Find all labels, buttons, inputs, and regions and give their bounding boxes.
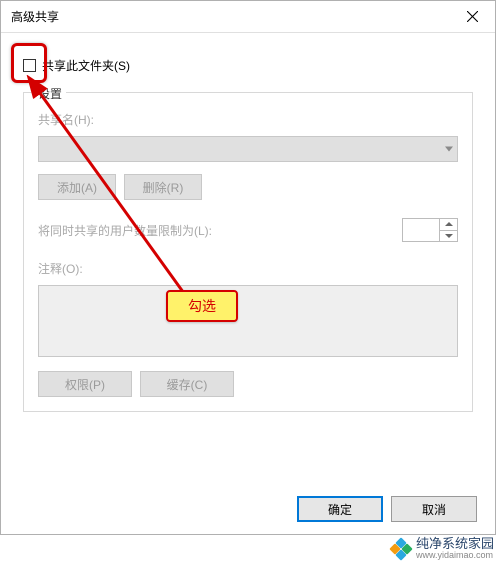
comment-textarea[interactable] bbox=[38, 285, 458, 357]
ok-button[interactable]: 确定 bbox=[297, 496, 383, 522]
spinner-up-button[interactable] bbox=[440, 219, 457, 231]
user-limit-input[interactable] bbox=[403, 219, 439, 241]
add-button: 添加(A) bbox=[38, 174, 116, 200]
titlebar: 高级共享 bbox=[1, 1, 495, 33]
share-folder-checkbox[interactable] bbox=[23, 59, 36, 72]
close-icon bbox=[467, 11, 478, 22]
permissions-button: 权限(P) bbox=[38, 371, 132, 397]
dialog-content: 共享此文件夹(S) 设置 共享名(H): 添加(A) 删除(R) 将同时共享的用… bbox=[1, 33, 495, 438]
remove-button: 删除(R) bbox=[124, 174, 202, 200]
share-folder-checkbox-row[interactable]: 共享此文件夹(S) bbox=[23, 57, 130, 74]
chevron-down-icon bbox=[445, 147, 453, 152]
settings-groupbox: 设置 共享名(H): 添加(A) 删除(R) 将同时共享的用户数量限制为(L): bbox=[23, 92, 473, 412]
cache-button: 缓存(C) bbox=[140, 371, 234, 397]
user-limit-row: 将同时共享的用户数量限制为(L): bbox=[38, 218, 458, 242]
user-limit-spinner[interactable] bbox=[402, 218, 458, 242]
spinner-down-button[interactable] bbox=[440, 231, 457, 242]
share-folder-label: 共享此文件夹(S) bbox=[42, 57, 130, 74]
watermark-brand: 纯净系统家园 bbox=[416, 537, 494, 551]
user-limit-label: 将同时共享的用户数量限制为(L): bbox=[38, 222, 402, 239]
arrow-down-icon bbox=[445, 234, 453, 238]
arrow-up-icon bbox=[445, 222, 453, 226]
dialog-title: 高级共享 bbox=[11, 8, 449, 25]
permissions-buttons: 权限(P) 缓存(C) bbox=[38, 371, 458, 397]
close-button[interactable] bbox=[449, 1, 495, 33]
watermark-text: 纯净系统家园 www.yidaimao.com bbox=[416, 537, 494, 561]
cancel-button[interactable]: 取消 bbox=[391, 496, 477, 522]
watermark-logo-icon bbox=[392, 540, 410, 558]
advanced-sharing-dialog: 高级共享 共享此文件夹(S) 设置 共享名(H): 添加(A) 删除(R) bbox=[0, 0, 496, 535]
share-name-buttons: 添加(A) 删除(R) bbox=[38, 174, 458, 200]
watermark: 纯净系统家园 www.yidaimao.com bbox=[392, 537, 494, 561]
watermark-url: www.yidaimao.com bbox=[416, 551, 494, 561]
share-name-combobox[interactable] bbox=[38, 136, 458, 162]
dialog-footer: 确定 取消 bbox=[297, 496, 477, 522]
share-name-label: 共享名(H): bbox=[38, 111, 458, 128]
comment-label: 注释(O): bbox=[38, 260, 458, 277]
settings-groupbox-title: 设置 bbox=[34, 85, 66, 102]
